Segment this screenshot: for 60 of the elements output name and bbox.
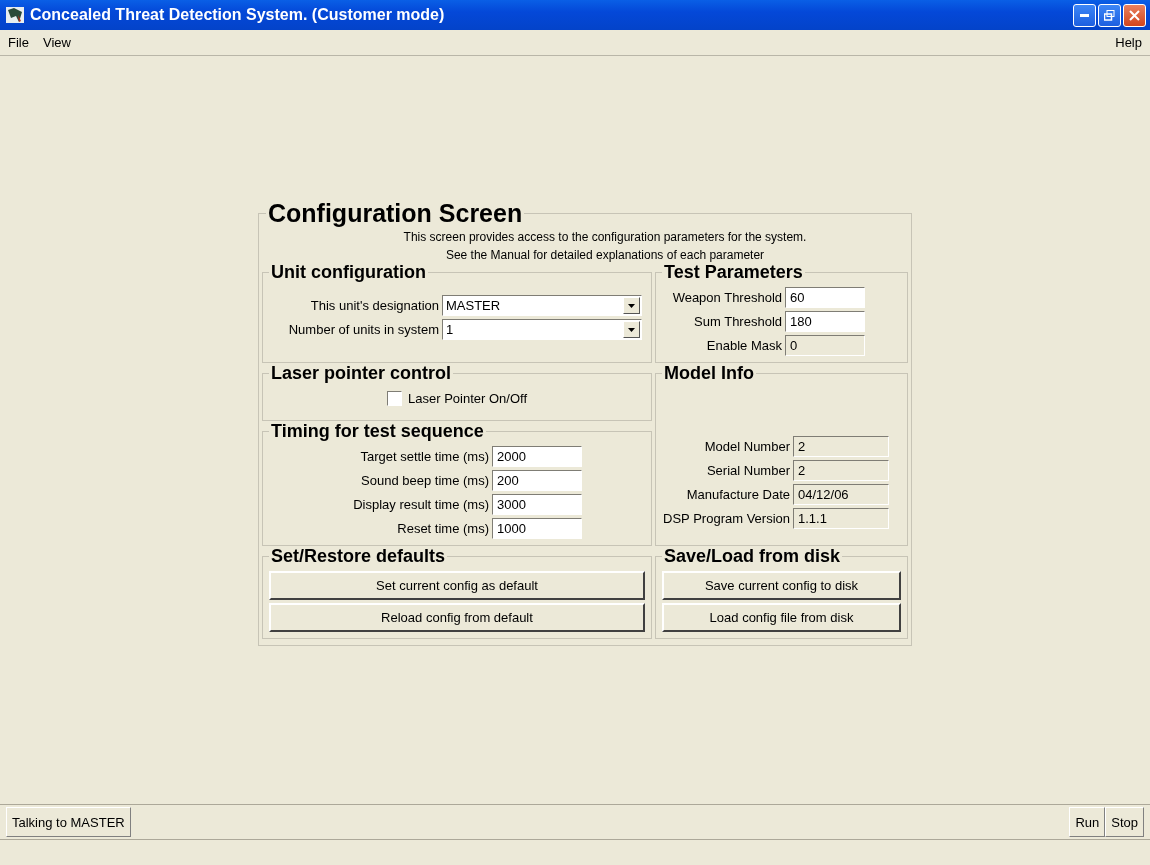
- dropdown-button[interactable]: [623, 297, 640, 314]
- caret-icon: [628, 303, 635, 308]
- checkbox-label: Laser Pointer On/Off: [408, 391, 527, 406]
- input-field[interactable]: 0: [785, 335, 865, 356]
- intro-text: See the Manual for detailed explanations of each parameter: [444, 248, 766, 262]
- minimize-icon: [1080, 13, 1089, 17]
- caret-icon: [628, 327, 635, 332]
- group-title: Set/Restore defaults: [270, 546, 447, 566]
- restore-icon: [1104, 9, 1115, 21]
- action-button[interactable]: Load config file from disk: [662, 603, 901, 632]
- field-label: Number of units in system: [287, 322, 439, 337]
- group-title: Test Parameters: [663, 262, 804, 282]
- minimize-button[interactable]: [1073, 3, 1096, 27]
- input-field[interactable]: 2: [793, 460, 889, 481]
- input-field[interactable]: 1.1.1: [793, 508, 889, 529]
- panel-title: Configuration Screen: [267, 200, 524, 226]
- restore-button[interactable]: [1098, 3, 1121, 27]
- window-title: Concealed Threat Detection System. (Customer mode): [30, 6, 446, 24]
- input-field[interactable]: 200: [492, 470, 582, 491]
- field-label: Display result time (ms): [352, 497, 489, 512]
- input-field[interactable]: 60: [785, 287, 865, 308]
- dropdown[interactable]: MASTER: [442, 295, 642, 316]
- close-icon: [1129, 9, 1140, 21]
- dropdown-button[interactable]: [623, 321, 640, 338]
- dropdown[interactable]: 1: [442, 319, 642, 340]
- input-field[interactable]: 04/12/06: [793, 484, 889, 505]
- group-title: Save/Load from disk: [663, 546, 842, 566]
- group-title: Model Info: [663, 363, 755, 383]
- field-label: Model Number: [703, 439, 790, 454]
- menu-item[interactable]: View: [42, 35, 71, 50]
- field-label: Reset time (ms): [396, 521, 489, 536]
- menu-item[interactable]: File: [8, 35, 29, 50]
- group-title: Laser pointer control: [270, 363, 453, 383]
- input-field[interactable]: 3000: [492, 494, 582, 515]
- intro-text: This screen provides access to the configuration parameters for the system.: [402, 230, 808, 244]
- close-button[interactable]: [1123, 3, 1146, 27]
- action-button[interactable]: Save current config to disk: [662, 571, 901, 600]
- field-label: Target settle time (ms): [359, 449, 489, 464]
- field-label: Manufacture Date: [685, 487, 790, 502]
- field-label: Weapon Threshold: [671, 290, 782, 305]
- action-button[interactable]: Set current config as default: [269, 571, 645, 600]
- action-button[interactable]: Reload config from default: [269, 603, 645, 632]
- toolbar-button[interactable]: Run: [1069, 807, 1106, 837]
- group-title: Timing for test sequence: [270, 421, 485, 441]
- field-label: Sum Threshold: [693, 314, 782, 329]
- input-field[interactable]: 2: [793, 436, 889, 457]
- status-panel: Talking to MASTER: [6, 807, 131, 837]
- field-label: Serial Number: [705, 463, 790, 478]
- input-field[interactable]: 180: [785, 311, 865, 332]
- field-label: Sound beep time (ms): [360, 473, 489, 488]
- checkbox[interactable]: [387, 391, 402, 406]
- field-label: Enable Mask: [705, 338, 782, 353]
- app-icon: [6, 6, 24, 24]
- toolbar-button[interactable]: Stop: [1105, 807, 1144, 837]
- menu-item[interactable]: Help: [1115, 35, 1142, 50]
- field-label: DSP Program Version: [662, 511, 790, 526]
- input-field[interactable]: 1000: [492, 518, 582, 539]
- group-title: Unit configuration: [270, 262, 427, 282]
- field-label: This unit's designation: [309, 298, 439, 313]
- input-field[interactable]: 2000: [492, 446, 582, 467]
